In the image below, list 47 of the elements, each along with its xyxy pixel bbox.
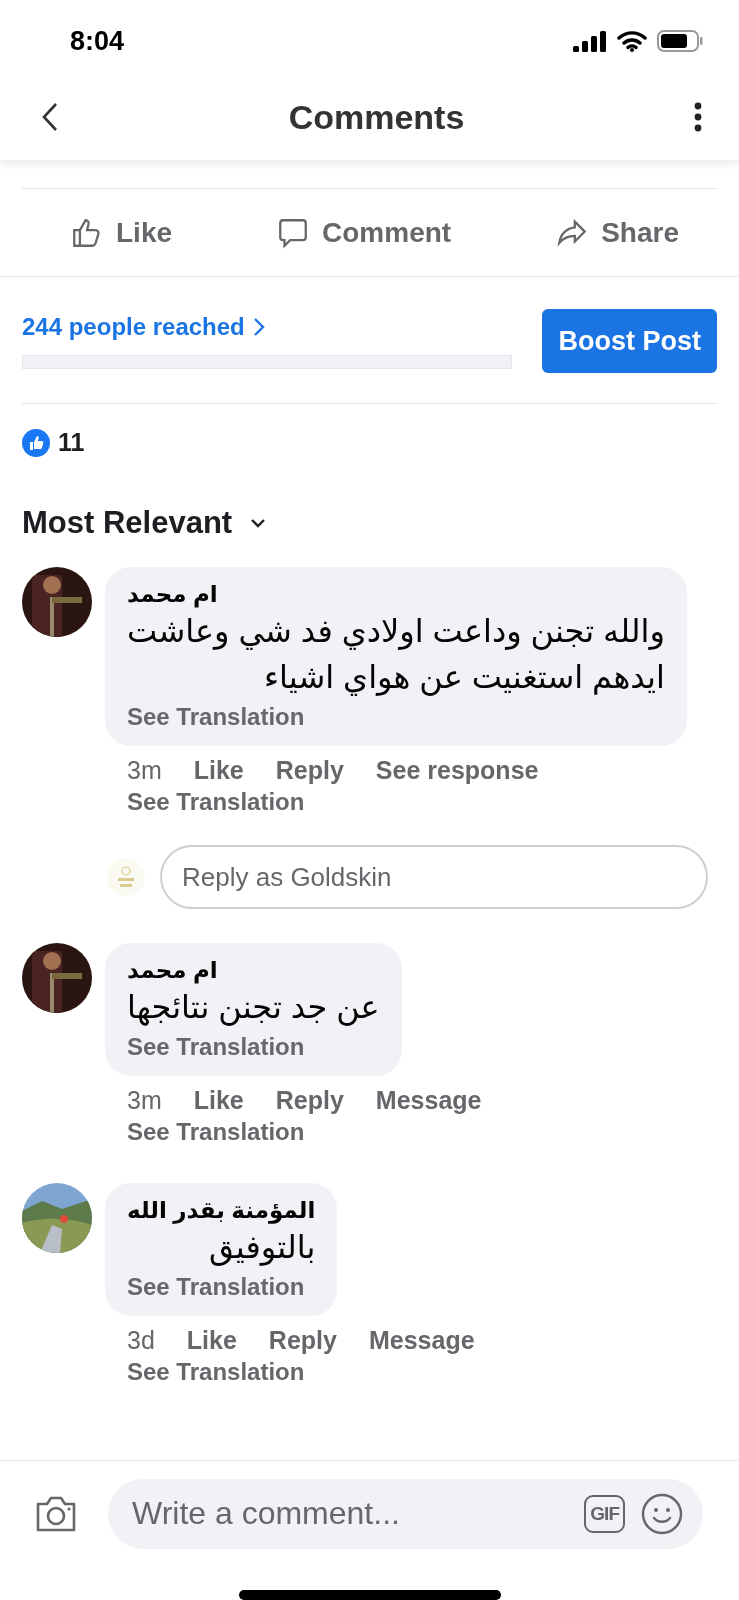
comment-author: ام محمد (127, 957, 218, 984)
comment-action-link[interactable]: Message (375, 1086, 482, 1115)
comment-action-link[interactable]: See response (375, 756, 539, 785)
back-button[interactable] (40, 101, 60, 133)
see-translation-link[interactable]: See Translation (127, 1030, 305, 1064)
share-button[interactable]: Share (555, 215, 679, 250)
chevron-right-icon (252, 317, 265, 337)
gif-button[interactable]: GIF (584, 1494, 625, 1533)
comment-time: 3d (127, 1326, 155, 1355)
reaction-count: 11 (58, 428, 85, 457)
boost-post-button[interactable]: Boost Post (542, 309, 717, 373)
see-translation-link[interactable]: See Translation (127, 1358, 305, 1385)
status-time: 8:04 (70, 25, 125, 57)
see-translation-link[interactable]: See Translation (127, 700, 305, 734)
see-translation-link[interactable]: See Translation (127, 1270, 305, 1304)
comment-button[interactable]: Comment (276, 215, 452, 250)
sort-dropdown[interactable]: Most Relevant (22, 505, 267, 541)
comment-action-link[interactable]: Like (193, 1086, 244, 1115)
like-reaction-icon (22, 428, 50, 457)
comment-time: 3m (127, 1086, 162, 1115)
comment-time: 3m (127, 756, 162, 785)
emoji-icon[interactable] (641, 1492, 683, 1535)
comment-action-link[interactable]: Message (368, 1326, 475, 1355)
reply-field[interactable]: Reply as Goldskin (160, 845, 708, 909)
page-title: Comments (288, 97, 465, 137)
chevron-down-icon (250, 518, 267, 528)
page-avatar-icon (106, 857, 146, 897)
comment-author: المؤمنة بقدر الله (127, 1197, 316, 1224)
see-translation-link[interactable]: See Translation (127, 788, 305, 815)
comment-action-link[interactable]: Like (186, 1326, 237, 1355)
see-translation-link[interactable]: See Translation (127, 1118, 305, 1145)
comment-action-link[interactable]: Reply (268, 1326, 337, 1355)
comment-text: بالتوفيق (209, 1228, 316, 1268)
comment-input-field[interactable]: Write a comment... GIF (108, 1478, 703, 1549)
comment-author: ام محمد (127, 581, 218, 608)
comment-action-link[interactable]: Like (193, 756, 244, 785)
comment-action-link[interactable]: Reply (275, 756, 344, 785)
like-button[interactable]: Like (70, 215, 173, 250)
comment-text: عن جد تجنن نتائجها (127, 988, 380, 1028)
more-options-button[interactable] (693, 102, 703, 132)
wifi-icon (617, 30, 647, 52)
battery-icon (657, 29, 703, 53)
comment-text: ايدهم استغنيت عن هواي اشياء (264, 658, 665, 698)
signal-icon (573, 30, 607, 52)
reach-link[interactable]: 244 people reached (22, 313, 512, 341)
comment-text: والله تجنن وداعت اولادي فد شي وعاشت (127, 612, 665, 652)
comment-action-link[interactable]: Reply (275, 1086, 344, 1115)
